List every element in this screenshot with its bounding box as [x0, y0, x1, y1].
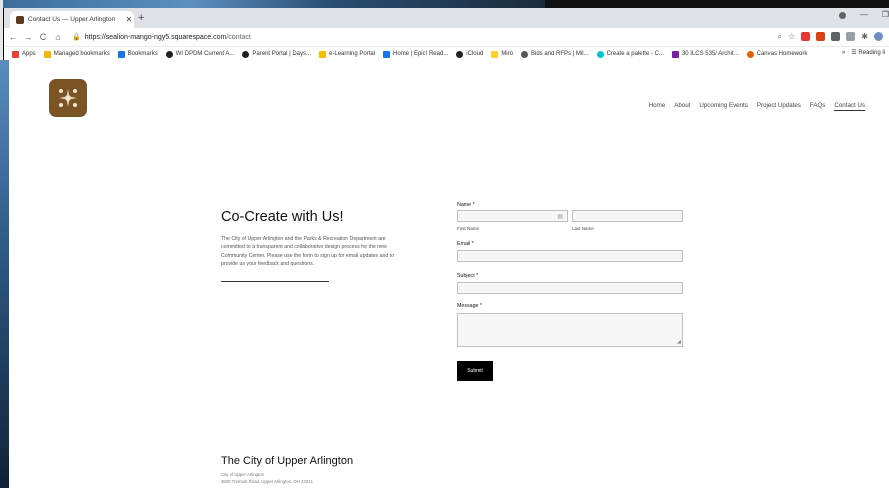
- footer-line-2: 3600 Tremont Road, Upper Arlington, OH 4…: [221, 479, 313, 484]
- tab-strip: Contact Us — Upper Arlington ✕ + — ❐: [4, 8, 889, 28]
- intro-text: The City of Upper Arlington and the Park…: [221, 236, 395, 268]
- extension-icons: ⌕ ☆ ✱: [778, 32, 883, 41]
- message-textarea[interactable]: ◢: [457, 313, 683, 347]
- tab-contact-us[interactable]: Contact Us — Upper Arlington ✕: [10, 11, 134, 28]
- nav-faqs[interactable]: FAQs: [810, 102, 825, 111]
- miro-icon: [491, 50, 499, 58]
- profile-avatar[interactable]: [874, 32, 883, 41]
- minimize-icon[interactable]: —: [860, 10, 868, 19]
- ilcs-icon: [671, 50, 679, 58]
- new-tab-icon[interactable]: +: [138, 12, 144, 24]
- apple-icon: [456, 50, 464, 58]
- bookmark-item[interactable]: 30 ILCS 535/ Archit...: [671, 50, 739, 58]
- desktop-wallpaper: [0, 0, 545, 8]
- site-navigation: Home About Upcoming Events Project Updat…: [649, 102, 865, 111]
- bookmark-item[interactable]: Canvas Homework: [746, 50, 807, 58]
- bookmark-item[interactable]: Managed bookmarks: [43, 50, 110, 58]
- bookmarks-right: » ☰ Reading li: [842, 49, 885, 57]
- grid-extension-icon[interactable]: [846, 32, 856, 41]
- name-label: Name *: [457, 202, 475, 208]
- search-icon[interactable]: ⌕: [778, 32, 782, 41]
- message-label: Message *: [457, 303, 483, 309]
- bookmark-item[interactable]: Bids and RFPs | Mil...: [520, 50, 589, 58]
- nav-contact-us[interactable]: Contact Us: [834, 102, 865, 111]
- web-page: Home About Upcoming Events Project Updat…: [4, 61, 889, 488]
- canvas-icon: [746, 50, 754, 58]
- address-bar[interactable]: https://sealion-mango-ngy5.squarespace.c…: [85, 34, 251, 41]
- url-domain: https://sealion-mango-ngy5.squarespace.c…: [84, 33, 227, 41]
- divider: [221, 281, 329, 282]
- bookmarks-overflow-icon[interactable]: »: [842, 50, 845, 56]
- bookmarks-bar: Apps Managed bookmarks Bookmarks WI DPDM…: [4, 47, 889, 62]
- submit-button[interactable]: Submit: [457, 361, 493, 381]
- site-favicon-icon: [16, 15, 24, 24]
- nav-home[interactable]: Home: [649, 102, 666, 111]
- tab-title: Contact Us — Upper Arlington: [28, 16, 116, 23]
- last-name-input[interactable]: [572, 210, 683, 222]
- resize-handle-icon[interactable]: ◢: [677, 340, 681, 345]
- autofill-icon: ▤: [557, 214, 563, 220]
- bookmark-item[interactable]: Bookmarks: [117, 50, 158, 58]
- site-logo[interactable]: [49, 79, 87, 117]
- reload-icon[interactable]: C: [37, 32, 49, 42]
- back-icon[interactable]: ←: [7, 32, 19, 42]
- epic-icon: [383, 50, 391, 58]
- home-icon[interactable]: ⌂: [52, 32, 64, 42]
- bookmark-item[interactable]: Miro: [491, 50, 513, 58]
- bookmark-item[interactable]: Parent Portal | Days...: [242, 50, 311, 58]
- first-name-label: First Name: [457, 226, 480, 231]
- elearning-icon: [319, 50, 327, 58]
- globe-icon: [242, 50, 250, 58]
- bookmark-item[interactable]: e-Learning Portal: [319, 50, 375, 58]
- lock-icon[interactable]: 🔒: [72, 33, 81, 41]
- globe-icon: [165, 50, 173, 58]
- puzzle-icon[interactable]: ✱: [861, 32, 868, 41]
- forward-icon[interactable]: →: [22, 32, 34, 42]
- reading-list-button[interactable]: ☰ Reading li: [851, 49, 885, 56]
- apps-icon: [12, 50, 19, 58]
- nav-about[interactable]: About: [674, 102, 690, 111]
- footer-line-1: City of Upper Arlington: [221, 472, 264, 477]
- url-path: /contact: [226, 33, 251, 41]
- bids-icon: [520, 50, 528, 58]
- email-label: Email *: [457, 241, 474, 247]
- folder-icon: [43, 50, 51, 58]
- bookmark-item[interactable]: Home | Epic! Read...: [383, 50, 448, 58]
- star-icon: [117, 50, 125, 58]
- bookmark-item[interactable]: iCloud: [456, 50, 483, 58]
- maximize-icon[interactable]: ❐: [882, 10, 889, 19]
- subject-input[interactable]: [457, 282, 683, 294]
- window-controls: — ❐: [838, 10, 889, 19]
- pdf-extension-icon[interactable]: [801, 32, 811, 41]
- page-title: Co-Create with Us!: [221, 209, 344, 225]
- nav-upcoming-events[interactable]: Upcoming Events: [699, 102, 748, 111]
- subject-label: Subject *: [457, 273, 479, 279]
- desktop-wallpaper-left: [0, 60, 9, 488]
- extension-icon[interactable]: [831, 32, 841, 41]
- close-tab-icon[interactable]: ✕: [124, 15, 134, 24]
- canva-icon: [596, 50, 604, 58]
- bookmark-item[interactable]: Create a palette - C...: [596, 50, 664, 58]
- star-icon[interactable]: ☆: [788, 32, 795, 41]
- last-name-label: Last Name: [572, 226, 594, 231]
- community-logo-icon: [59, 89, 77, 107]
- footer-title: The City of Upper Arlington: [221, 455, 354, 467]
- first-name-input[interactable]: ▤: [457, 210, 568, 222]
- office-extension-icon[interactable]: [816, 32, 826, 41]
- browser-toolbar: ← → C ⌂ 🔒 https://sealion-mango-ngy5.squ…: [4, 28, 889, 47]
- bookmark-item[interactable]: Apps: [12, 50, 36, 58]
- media-record-icon[interactable]: [838, 12, 846, 19]
- nav-project-updates[interactable]: Project Updates: [757, 102, 801, 111]
- bookmark-item[interactable]: WI DPDM Current A...: [165, 50, 234, 58]
- browser-window: Contact Us — Upper Arlington ✕ + — ❐ ← →…: [4, 8, 889, 488]
- email-input[interactable]: [457, 250, 683, 262]
